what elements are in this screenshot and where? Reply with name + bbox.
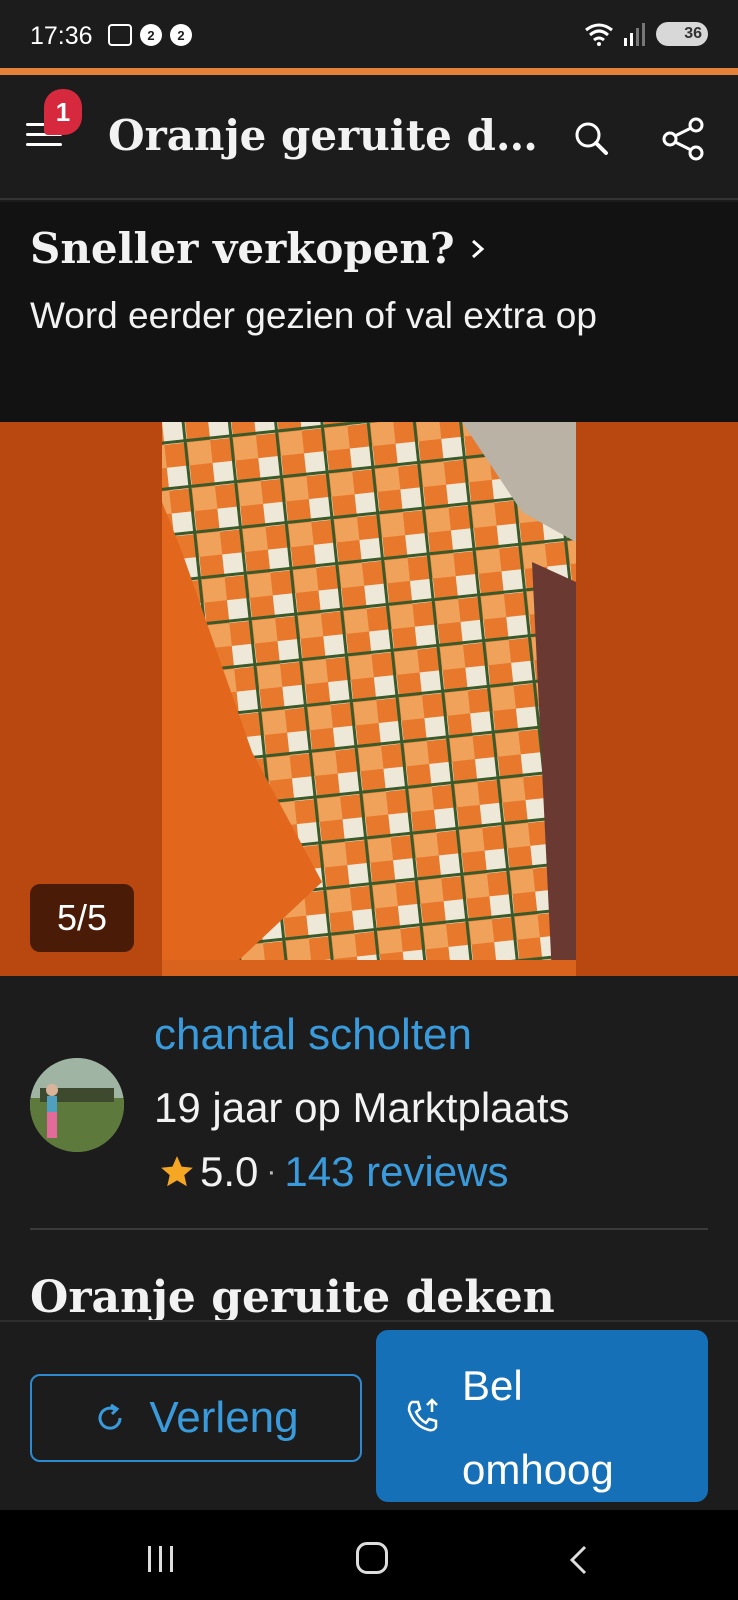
blanket-photo [162,422,576,976]
home-button[interactable] [356,1542,388,1574]
listing-photo[interactable] [162,422,576,976]
renew-label: Verleng [149,1393,299,1442]
search-button[interactable] [568,115,616,163]
seller-info: chantal scholten 19 jaar op Marktplaats … [0,976,738,1230]
image-gallery[interactable]: 5/5 [0,422,738,976]
star-icon [161,1156,193,1187]
rating-separator: · [266,1155,277,1188]
status-right-icons: 36 [584,22,708,46]
rating-value: 5.0 [200,1148,259,1195]
promo-subtitle: Word eerder gezien of val extra op [30,295,597,336]
search-icon [575,122,608,155]
chevron-right-icon [471,239,484,258]
promo-title-text: Sneller verkopen? [30,224,455,273]
divider [30,1228,708,1230]
progress-line [0,68,738,75]
bump-button[interactable]: Bel omhoog [376,1330,708,1502]
screenshot-icon [108,24,132,46]
system-nav-bar [0,1510,738,1600]
image-counter: 5/5 [30,884,134,952]
promo-title: Sneller verkopen? [30,224,708,273]
renew-button[interactable]: Verleng [30,1374,362,1462]
bump-label: Bel omhoog [462,1362,614,1493]
phone-arrow-up-icon [407,1398,438,1432]
share-icon [662,117,704,161]
bottom-action-bar: Verleng Bel omhoog [0,1320,738,1510]
wifi-icon [585,23,613,46]
avatar[interactable] [30,1058,124,1152]
signal-icon [624,23,645,46]
notification-badge: 1 [44,89,82,135]
notification-icon: 2 [170,24,192,46]
seller-membership: 19 jaar op Marktplaats [154,1084,570,1131]
recents-button[interactable] [148,1546,173,1572]
status-time: 17:36 [30,22,93,50]
refresh-icon [98,1403,122,1430]
promo-banner[interactable]: Sneller verkopen? Word eerder gezien of … [0,202,738,422]
status-left-icons: 2 2 [108,24,192,46]
battery-icon: 36 [656,22,708,46]
seller-rating: 5.0 · 143 reviews [158,1148,509,1196]
share-button[interactable] [660,115,708,163]
listing-title: Oranje geruite deken [30,1272,555,1320]
back-icon[interactable] [566,1544,590,1576]
seller-name-link[interactable]: chantal scholten [154,1010,472,1060]
reviews-link[interactable]: 143 reviews [284,1148,508,1196]
top-app-bar: 1 Oranje geruite de... [0,75,738,200]
notification-icon: 2 [140,24,162,46]
status-bar: 17:36 2 2 36 [0,0,738,70]
page-title: Oranje geruite de... [108,111,548,160]
